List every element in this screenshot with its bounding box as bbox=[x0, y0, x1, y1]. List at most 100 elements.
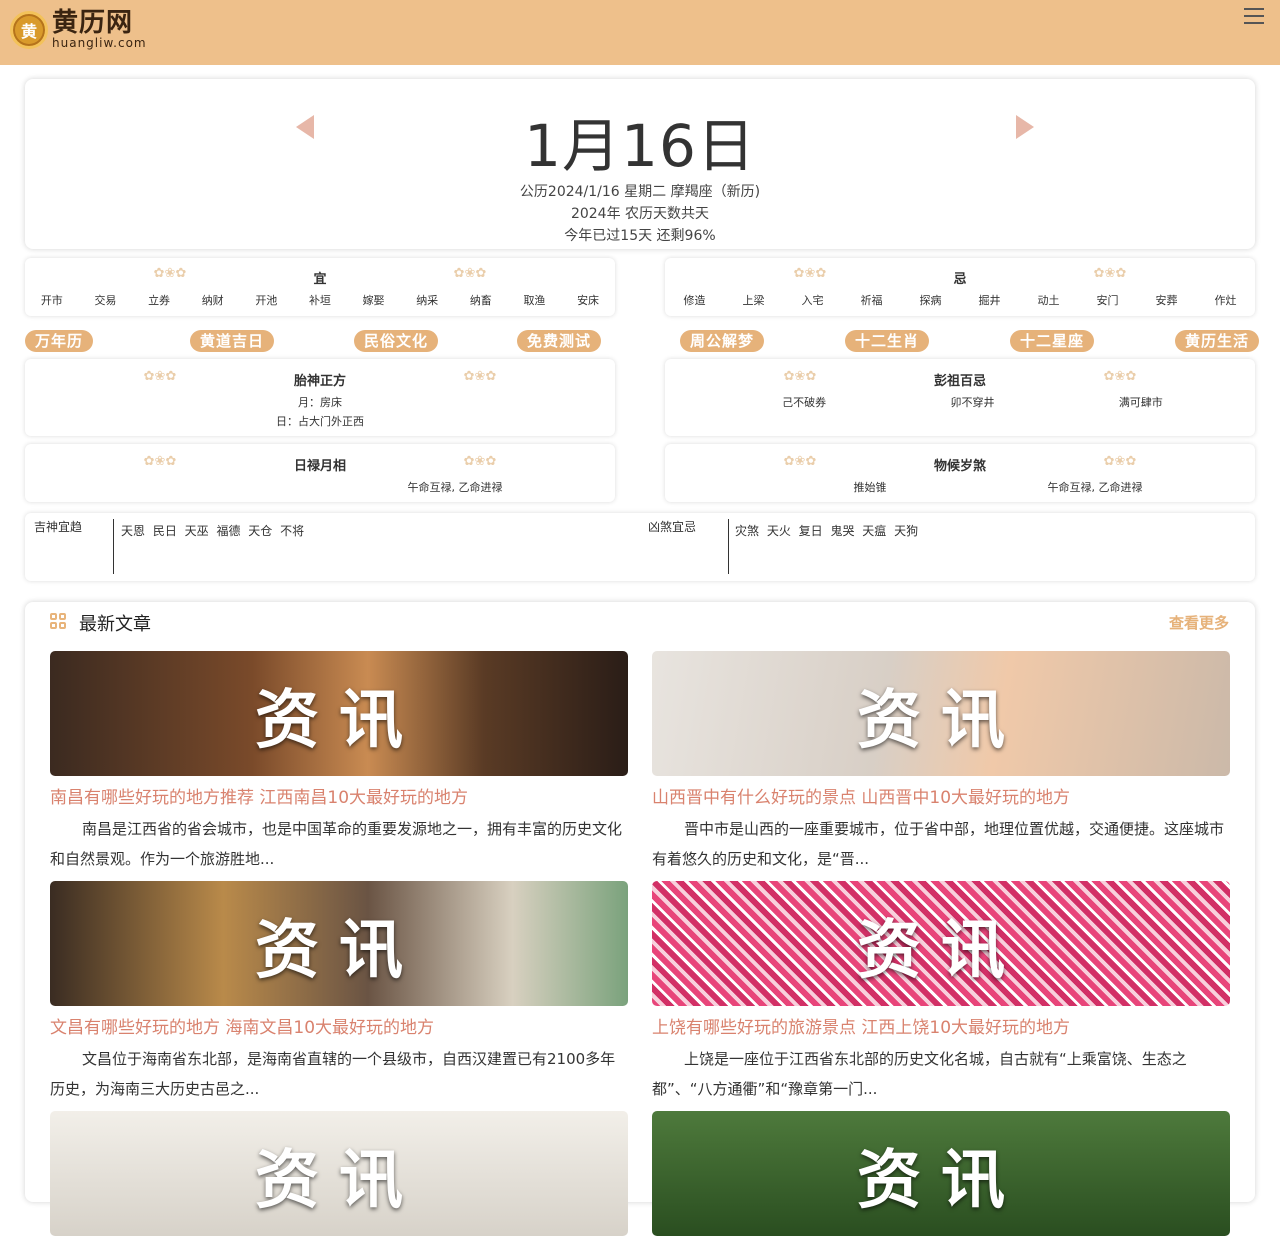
yi-item: 纳畜 bbox=[469, 294, 492, 307]
taishen-title: 胎神正方 bbox=[293, 374, 346, 389]
thumbnail-stamp: 资讯 bbox=[255, 1143, 423, 1218]
article-card[interactable]: 资讯 bbox=[652, 1111, 1230, 1236]
yi-item: 立券 bbox=[148, 294, 171, 307]
article-title[interactable]: 文昌有哪些好玩的地方 海南文昌10大最好玩的地方 bbox=[50, 1013, 628, 1038]
logo-emblem-icon: 黄 bbox=[10, 10, 48, 49]
article-title[interactable]: 南昌有哪些好玩的地方推荐 江西南昌10大最好玩的地方 bbox=[50, 783, 628, 808]
pengzu-item: 己不破券 bbox=[782, 396, 827, 409]
ji-item: 祈福 bbox=[860, 294, 883, 307]
yi-item: 取渔 bbox=[523, 294, 546, 307]
ji-item: 入宅 bbox=[801, 294, 824, 307]
taishen-panel: ✿❀✿ ✿❀✿ 胎神正方 月：房床 日：占大门外正西 bbox=[25, 359, 615, 436]
taishen-day: 日：占大门外正西 bbox=[276, 415, 364, 428]
rilu-panel: ✿❀✿ ✿❀✿ 日禄月相 午命互禄, 乙命进禄 bbox=[25, 444, 615, 502]
tag-ceshi[interactable]: 免费测试 bbox=[517, 330, 602, 352]
thumbnail-stamp: 资讯 bbox=[857, 913, 1025, 988]
ji-item: 上梁 bbox=[742, 294, 765, 307]
article-excerpt: 文昌位于海南省东北部，是海南省直辖的一个县级市，自西汉建置已有2100多年历史，… bbox=[50, 1050, 616, 1098]
articles-heading: 最新文章 bbox=[79, 614, 151, 635]
article-thumbnail[interactable]: 资讯 bbox=[50, 651, 628, 776]
ji-item: 安葬 bbox=[1155, 294, 1178, 307]
article-excerpt: 晋中市是山西的一座重要城市，位于省中部，地理位置优越，交通便捷。这座城市有着悠久… bbox=[652, 820, 1225, 868]
year-progress-line: 今年已过15天 还剩96% bbox=[564, 228, 716, 244]
yi-item: 嫁娶 bbox=[362, 294, 385, 307]
pengzu-title: 彭祖百忌 bbox=[933, 374, 986, 389]
tag-shenghuo[interactable]: 黄历生活 bbox=[1175, 330, 1260, 352]
article-excerpt: 南昌是江西省的省会城市，也是中国革命的重要发源地之一，拥有丰富的历史文化和自然景… bbox=[50, 820, 623, 868]
shensha-box: 吉神宜趋 天恩 民日 天巫 福德 天仓 不将 凶煞宜忌 灾煞 天火 复日 鬼哭 … bbox=[25, 513, 1255, 581]
rilu-value: 午命互禄, 乙命进禄 bbox=[407, 481, 503, 494]
article-title[interactable]: 上饶有哪些好玩的旅游景点 江西上饶10大最好玩的地方 bbox=[652, 1013, 1230, 1038]
pengzu-item: 卯不穿井 bbox=[950, 396, 995, 409]
solar-date-line: 公历2024/1/16 星期二 摩羯座（新历) bbox=[519, 184, 761, 200]
ji-item: 探病 bbox=[919, 294, 942, 307]
article-card[interactable]: 资讯 上饶有哪些好玩的旅游景点 江西上饶10大最好玩的地方 上饶是一座位于江西省… bbox=[652, 881, 1230, 1104]
rilu-title: 日禄月相 bbox=[293, 459, 346, 474]
article-card[interactable]: 资讯 文昌有哪些好玩的地方 海南文昌10大最好玩的地方 文昌位于海南省东北部，是… bbox=[50, 881, 628, 1104]
hamburger-menu-icon[interactable] bbox=[1244, 8, 1264, 24]
tag-zhougong[interactable]: 周公解梦 bbox=[680, 330, 765, 352]
yi-panel: ✿❀✿ ✿❀✿ 宜 开市 交易 立券 纳财 开池 补垣 嫁娶 纳采 纳畜 取渔 安床 bbox=[25, 258, 615, 316]
article-thumbnail[interactable]: 资讯 bbox=[652, 651, 1230, 776]
article-thumbnail[interactable]: 资讯 bbox=[652, 881, 1230, 1006]
ji-item: 修造 bbox=[683, 294, 706, 307]
view-more-link[interactable]: 查看更多 bbox=[1169, 612, 1229, 633]
yi-item: 纳财 bbox=[201, 294, 224, 307]
article-thumbnail[interactable]: 资讯 bbox=[652, 1111, 1230, 1236]
ji-item: 动土 bbox=[1037, 294, 1060, 307]
thumbnail-stamp: 资讯 bbox=[857, 1143, 1025, 1218]
jishen-values: 天恩 民日 天巫 福德 天仓 不将 bbox=[121, 524, 305, 538]
xiongsha-values: 灾煞 天火 复日 鬼哭 天瘟 天狗 bbox=[735, 524, 919, 538]
lunar-year-line: 2024年 农历天数共天 bbox=[570, 206, 710, 222]
xiongsha-label: 凶煞宜忌 bbox=[648, 520, 697, 534]
ji-item: 掘井 bbox=[978, 294, 1001, 307]
article-card[interactable]: 资讯 bbox=[50, 1111, 628, 1236]
thumbnail-stamp: 资讯 bbox=[857, 683, 1025, 758]
yi-item: 纳采 bbox=[416, 294, 439, 307]
pengzu-panel: ✿❀✿ ✿❀✿ 彭祖百忌 己不破券 卯不穿井 满可肆市 bbox=[665, 359, 1255, 436]
article-title[interactable]: 山西晋中有什么好玩的景点 山西晋中10大最好玩的地方 bbox=[652, 783, 1230, 808]
site-header: 黄 黄历网 huangliw.com bbox=[0, 0, 1280, 65]
ji-item: 作灶 bbox=[1214, 294, 1237, 307]
wuhou-title: 物候岁煞 bbox=[933, 459, 986, 474]
date-card: 1月16日 公历2024/1/16 星期二 摩羯座（新历) 2024年 农历天数… bbox=[25, 79, 1255, 249]
divider bbox=[728, 519, 729, 574]
article-thumbnail[interactable]: 资讯 bbox=[50, 881, 628, 1006]
yi-title: 宜 bbox=[313, 272, 327, 287]
thumbnail-stamp: 资讯 bbox=[255, 913, 423, 988]
ji-item: 安门 bbox=[1096, 294, 1119, 307]
ji-title: 忌 bbox=[953, 272, 967, 287]
grid-icon bbox=[50, 613, 66, 629]
wuhou-left: 推始锥 bbox=[853, 481, 887, 494]
yi-item: 交易 bbox=[94, 294, 117, 307]
yi-item: 安床 bbox=[577, 294, 600, 307]
ji-panel: ✿❀✿ ✿❀✿ 忌 修造 上梁 入宅 祈福 探病 掘井 动土 安门 安葬 作灶 bbox=[665, 258, 1255, 316]
ji-items: 修造 上梁 入宅 祈福 探病 掘井 动土 安门 安葬 作灶 bbox=[665, 292, 1255, 308]
article-excerpt: 上饶是一座位于江西省东北部的历史文化名城，自古就有“上乘富饶、生态之都”、“八方… bbox=[652, 1050, 1187, 1098]
site-logo[interactable]: 黄 黄历网 huangliw.com bbox=[10, 10, 147, 49]
pengzu-item: 满可肆市 bbox=[1118, 396, 1163, 409]
jishen-label: 吉神宜趋 bbox=[34, 520, 83, 534]
logo-domain: huangliw.com bbox=[52, 36, 147, 50]
date-heading: 1月16日 bbox=[524, 112, 756, 180]
article-card[interactable]: 资讯 山西晋中有什么好玩的景点 山西晋中10大最好玩的地方 晋中市是山西的一座重… bbox=[652, 651, 1230, 874]
pengzu-items: 己不破券 卯不穿井 满可肆市 bbox=[720, 394, 1225, 410]
yi-item: 补垣 bbox=[308, 294, 331, 307]
tag-shengxiao[interactable]: 十二生肖 bbox=[845, 330, 930, 352]
taishen-month: 月：房床 bbox=[298, 396, 342, 409]
tag-wannianli[interactable]: 万年历 bbox=[25, 330, 94, 352]
logo-title: 黄历网 bbox=[52, 8, 134, 38]
thumbnail-stamp: 资讯 bbox=[255, 683, 423, 758]
tag-minsu[interactable]: 民俗文化 bbox=[354, 330, 439, 352]
article-card[interactable]: 资讯 南昌有哪些好玩的地方推荐 江西南昌10大最好玩的地方 南昌是江西省的省会城… bbox=[50, 651, 628, 874]
tag-xingzuo[interactable]: 十二星座 bbox=[1010, 330, 1095, 352]
wuhou-right: 午命互禄, 乙命进禄 bbox=[1047, 481, 1143, 494]
article-thumbnail[interactable]: 资讯 bbox=[50, 1111, 628, 1236]
wuhou-panel: ✿❀✿ ✿❀✿ 物候岁煞 推始锥 午命互禄, 乙命进禄 bbox=[665, 444, 1255, 502]
yi-item: 开池 bbox=[255, 294, 278, 307]
yi-items: 开市 交易 立券 纳财 开池 补垣 嫁娶 纳采 纳畜 取渔 安床 bbox=[25, 292, 615, 308]
divider bbox=[113, 519, 114, 574]
latest-articles-section: 最新文章 查看更多 资讯 南昌有哪些好玩的地方推荐 江西南昌10大最好玩的地方 … bbox=[25, 602, 1255, 1236]
tag-huangdao[interactable]: 黄道吉日 bbox=[190, 330, 275, 352]
yi-item: 开市 bbox=[40, 294, 63, 307]
